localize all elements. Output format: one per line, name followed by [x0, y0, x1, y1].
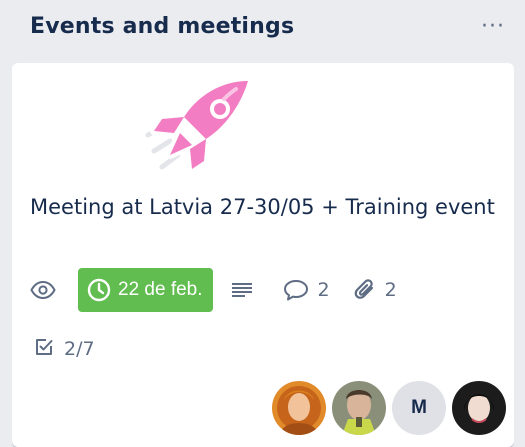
description-badge	[231, 272, 261, 308]
checkbox-icon	[34, 337, 54, 362]
description-icon	[231, 282, 253, 298]
attachments-count: 2	[384, 279, 397, 301]
member-avatar-4[interactable]	[452, 381, 506, 435]
watch-badge	[30, 272, 70, 308]
member-avatar-1[interactable]	[272, 381, 326, 435]
card-members: M	[266, 381, 506, 435]
checklist-count: 2/7	[64, 338, 95, 360]
rocket-sticker	[140, 73, 260, 183]
eye-icon	[30, 281, 56, 299]
comments-count: 2	[317, 279, 330, 301]
member-avatar-2[interactable]	[332, 381, 386, 435]
member-avatar-m[interactable]: M	[392, 381, 446, 435]
card-badges: 22 de feb. 2 2	[30, 268, 500, 312]
checklist-badge: 2/7	[34, 334, 95, 364]
paperclip-icon	[354, 278, 376, 302]
list-events-and-meetings: Events and meetings ··· Meeting at Latvi…	[0, 0, 525, 447]
comment-icon	[283, 279, 309, 301]
due-date-text: 22 de feb.	[118, 279, 203, 300]
clock-icon	[87, 278, 111, 302]
attachments-badge: 2	[354, 272, 397, 308]
list-header: Events and meetings ···	[0, 0, 525, 58]
card-title[interactable]: Meeting at Latvia 27-30/05 + Training ev…	[30, 189, 500, 226]
due-date-badge[interactable]: 22 de feb.	[78, 268, 213, 312]
list-menu-button[interactable]: ···	[475, 8, 511, 44]
card-meeting-latvia[interactable]: Meeting at Latvia 27-30/05 + Training ev…	[12, 63, 514, 447]
list-title[interactable]: Events and meetings	[30, 14, 294, 39]
comments-badge: 2	[283, 272, 330, 308]
